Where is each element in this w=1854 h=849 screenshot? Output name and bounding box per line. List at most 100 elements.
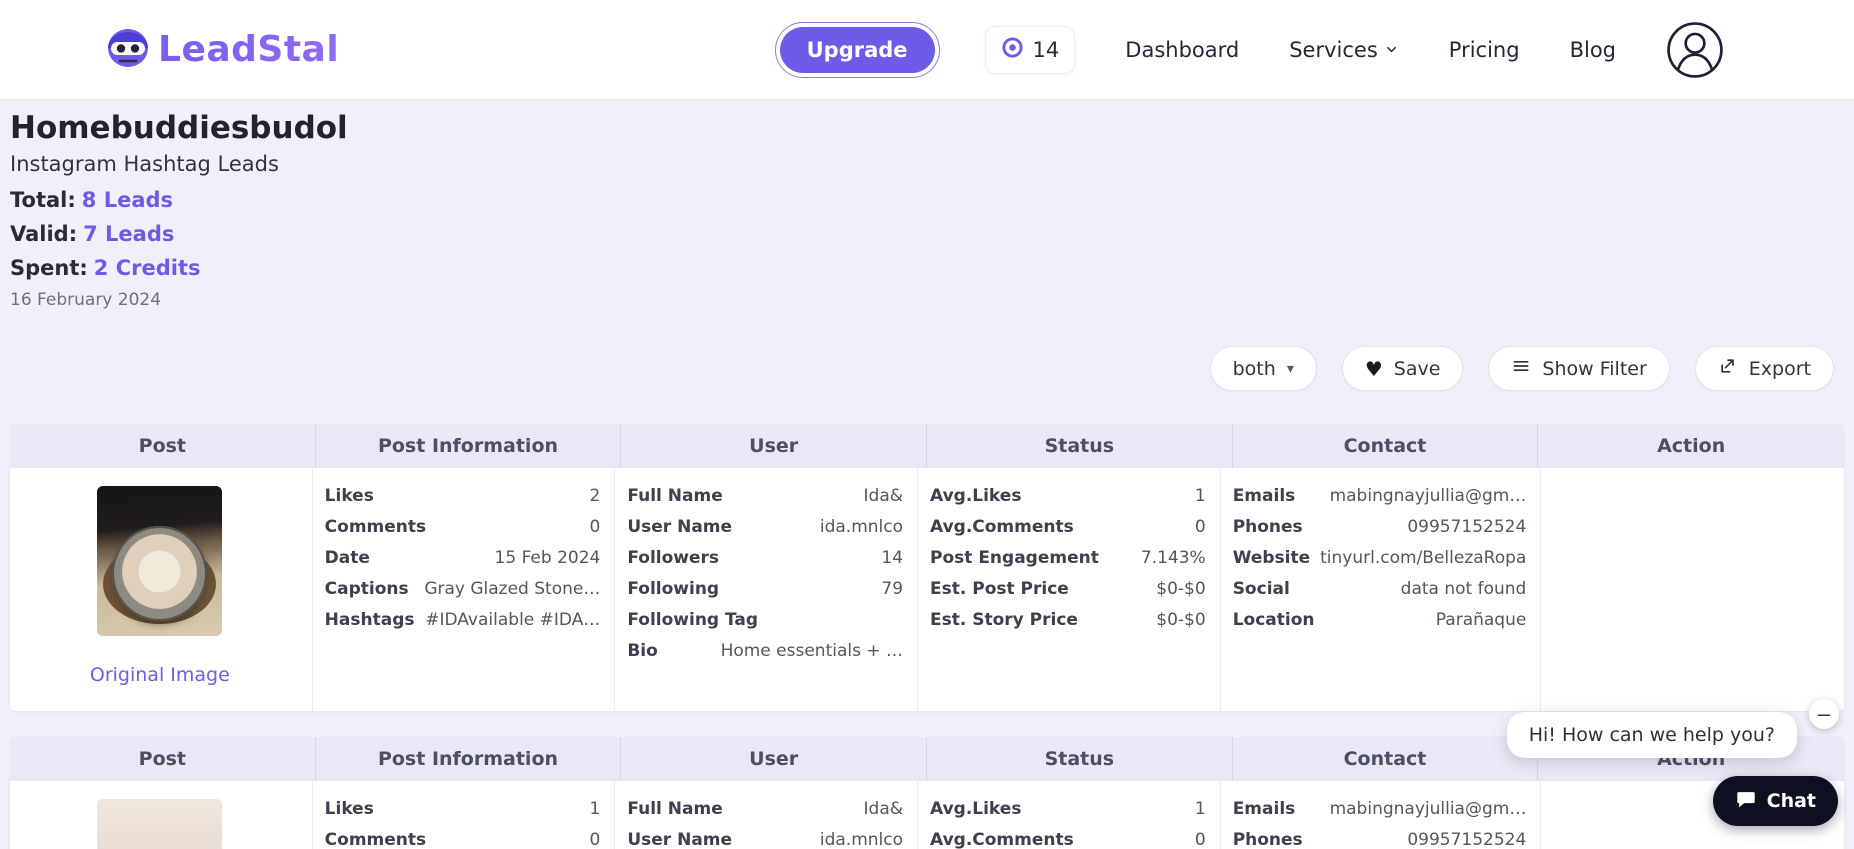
field-value: 1 (589, 799, 601, 819)
field-row: Phones 09957152524 (1233, 830, 1527, 849)
column-header-post: Post (10, 424, 316, 468)
select-caret-icon: ▾ (1286, 360, 1294, 377)
field-label: Emails (1232, 799, 1296, 819)
field-row: Phones 09957152524 (1233, 517, 1527, 537)
export-icon (1718, 356, 1738, 381)
column-header-post: Post (10, 737, 316, 781)
field-label: Avg.Likes (930, 486, 1022, 506)
column-header-user: User (621, 737, 927, 781)
field-row: Avg.Comments 0 (930, 830, 1206, 849)
field-value: data not found (1400, 579, 1527, 599)
field-label: Following (627, 579, 720, 599)
nav-blog[interactable]: Blog (1570, 38, 1616, 62)
chat-bubble-icon (1735, 788, 1757, 815)
field-label: Social (1232, 579, 1290, 599)
field-label: Phones (1232, 517, 1303, 537)
field-label: Date (324, 548, 370, 568)
field-label: Avg.Likes (930, 799, 1022, 819)
contact-cell: Emails mabingnayjullia@gm… Phones 099571… (1221, 781, 1542, 849)
user-cell: Full Name Ida& User Name ida.mnlco Follo… (615, 468, 919, 711)
field-label: Avg.Comments (930, 517, 1074, 537)
field-value: $0-$0 (1156, 610, 1206, 630)
status-cell: Avg.Likes 1 Avg.Comments 0 Post Engageme… (918, 468, 1221, 711)
field-label: Likes (324, 799, 374, 819)
field-value: 0 (589, 517, 601, 537)
field-value: 14 (881, 548, 904, 568)
post-information-cell: Likes 2 Comments 0 Date 15 Feb 2024 Capt… (313, 468, 616, 711)
field-value: Parañaque (1435, 610, 1527, 630)
field-label: Following Tag (627, 610, 759, 630)
upgrade-button[interactable]: Upgrade (774, 21, 940, 78)
field-row: Following 79 (627, 579, 903, 599)
table-header-row: Post Post Information User Status Contac… (10, 424, 1844, 468)
field-value: Ida& (863, 486, 904, 506)
field-value: Ida& (863, 799, 904, 819)
field-value: Gray Glazed Stone… (424, 579, 601, 599)
field-row: Emails mabingnayjullia@gm… (1233, 486, 1527, 506)
post-thumbnail[interactable] (97, 486, 223, 636)
field-row: Avg.Likes 1 (930, 799, 1206, 819)
field-row: Social data not found (1233, 579, 1527, 599)
field-row: Comments 0 (325, 830, 601, 849)
post-thumbnail[interactable] (97, 799, 223, 849)
chat-minimize-button[interactable]: – (1809, 699, 1839, 729)
field-row: Website tinyurl.com/BellezaRopa (1233, 548, 1527, 568)
column-header-status: Status (927, 424, 1233, 468)
field-value: 0 (1194, 517, 1206, 537)
post-cell (10, 781, 313, 849)
field-row: Hashtags #IDAvailable #IDA… (325, 610, 601, 630)
filter-mode-select[interactable]: both ▾ (1209, 346, 1317, 391)
field-label: Likes (324, 486, 374, 506)
post-cell: Original Image (10, 468, 313, 711)
save-button[interactable]: ♥ Save (1341, 346, 1464, 391)
column-header-contact: Contact (1233, 424, 1539, 468)
column-header-status: Status (927, 737, 1233, 781)
field-value: 09957152524 (1407, 830, 1527, 849)
spent-credits-stat: Spent: 2 Credits (10, 256, 201, 280)
credits-count: 14 (1032, 37, 1060, 62)
column-header-action: Action (1657, 435, 1726, 457)
user-avatar[interactable] (1666, 21, 1724, 79)
field-row: Date 15 Feb 2024 (325, 548, 601, 568)
field-value: 1 (1194, 799, 1206, 819)
field-label: Emails (1232, 486, 1296, 506)
field-row: User Name ida.mnlco (627, 517, 903, 537)
field-value: 15 Feb 2024 (494, 548, 601, 568)
post-information-cell: Likes 1 Comments 0 Date 15 Feb 2024 (313, 781, 616, 849)
table-row: Likes 1 Comments 0 Date 15 Feb 2024 Full… (10, 781, 1844, 849)
field-value: $0-$0 (1156, 579, 1206, 599)
field-value: 09957152524 (1407, 517, 1527, 537)
nav-services[interactable]: Services (1289, 38, 1399, 62)
field-value: 7.143% (1140, 548, 1206, 568)
field-value: 79 (881, 579, 904, 599)
nav-pricing[interactable]: Pricing (1449, 38, 1520, 62)
field-label: Captions (324, 579, 409, 599)
credits-badge[interactable]: 14 (984, 25, 1076, 74)
chat-greeting-text: Hi! How can we help you? (1506, 712, 1797, 758)
column-header-user: User (621, 424, 927, 468)
original-image-link[interactable]: Original Image (90, 664, 230, 686)
minus-icon: – (1817, 701, 1831, 726)
field-row: Comments 0 (325, 517, 601, 537)
field-value: mabingnayjullia@gm… (1329, 486, 1527, 506)
field-value: ida.mnlco (819, 830, 904, 849)
field-label: Website (1232, 548, 1311, 568)
field-label: Comments (324, 830, 427, 849)
field-label: User Name (627, 517, 733, 537)
field-label: Post Engagement (930, 548, 1099, 568)
field-row: Full Name Ida& (627, 486, 903, 506)
column-header-post-information: Post Information (316, 737, 622, 781)
logo[interactable]: LeadStal (104, 26, 339, 74)
show-filter-button[interactable]: Show Filter (1488, 346, 1670, 391)
field-label: Full Name (627, 799, 723, 819)
chat-greeting-bubble: Hi! How can we help you? – (1506, 699, 1839, 758)
field-row: Est. Post Price $0-$0 (930, 579, 1206, 599)
chat-button[interactable]: Chat (1712, 776, 1838, 826)
column-header-contact: Contact (1233, 737, 1539, 781)
lead-card-1: Post Post Information User Status Contac… (10, 424, 1844, 711)
field-value: 1 (1194, 486, 1206, 506)
field-row: Captions Gray Glazed Stone… (325, 579, 601, 599)
nav-dashboard[interactable]: Dashboard (1125, 38, 1239, 62)
export-button[interactable]: Export (1694, 346, 1834, 391)
field-label: Bio (627, 641, 658, 661)
